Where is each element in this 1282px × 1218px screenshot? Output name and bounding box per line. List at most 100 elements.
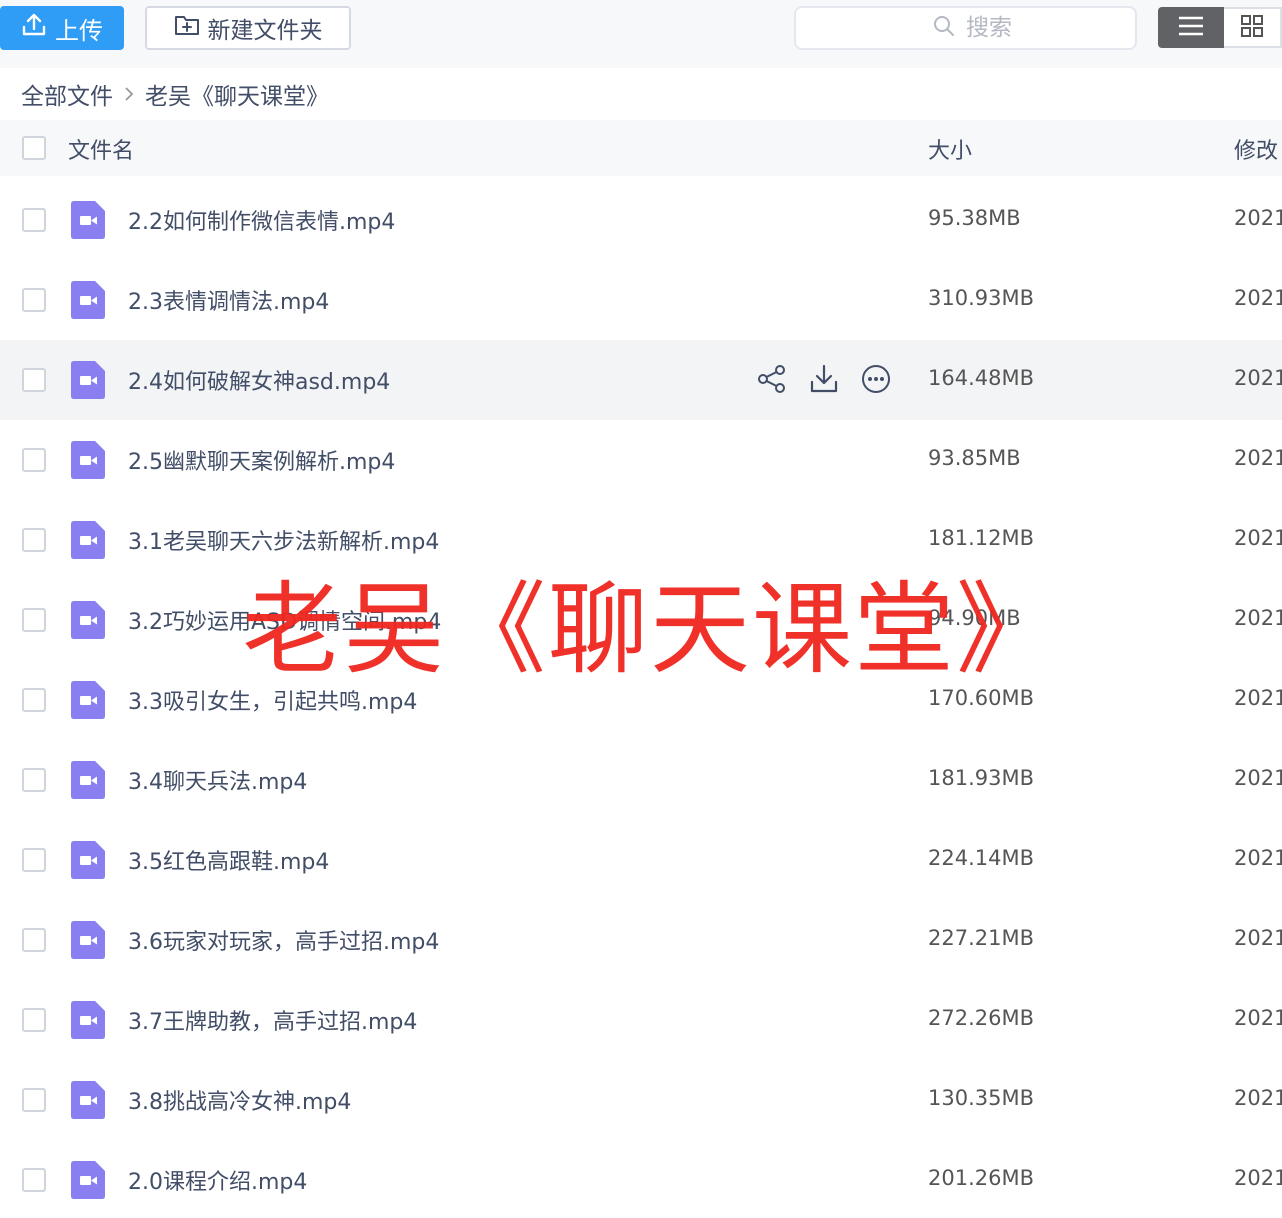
- row-checkbox[interactable]: [22, 1168, 46, 1192]
- video-file-icon: [71, 1161, 105, 1199]
- row-checkbox[interactable]: [22, 368, 46, 392]
- new-folder-label: 新建文件夹: [207, 18, 323, 44]
- search-box[interactable]: [794, 6, 1137, 50]
- list-view-button[interactable]: [1158, 7, 1224, 48]
- file-name[interactable]: 3.2巧妙运用ASD调情空间.mp4: [128, 604, 441, 636]
- new-folder-icon: [174, 13, 200, 43]
- search-icon: [932, 14, 956, 42]
- breadcrumb: 全部文件 老吴《聊天课堂》: [21, 78, 329, 110]
- file-modified: 2021: [1234, 766, 1282, 790]
- row-checkbox[interactable]: [22, 528, 46, 552]
- column-header-modified[interactable]: 修改: [1234, 133, 1278, 165]
- file-size: 94.90MB: [928, 606, 1021, 630]
- video-file-icon: [71, 841, 105, 879]
- file-modified: 2021: [1234, 686, 1282, 710]
- more-icon[interactable]: [859, 362, 893, 396]
- file-name[interactable]: 3.8挑战高冷女神.mp4: [128, 1084, 351, 1116]
- row-checkbox[interactable]: [22, 1008, 46, 1032]
- video-file-icon: [71, 521, 105, 559]
- file-size: 272.26MB: [928, 1006, 1035, 1030]
- file-row[interactable]: 3.5红色高跟鞋.mp4 224.14MB 2021: [0, 820, 1282, 900]
- file-size: 201.26MB: [928, 1166, 1035, 1190]
- file-size: 164.48MB: [928, 366, 1035, 390]
- file-modified: 2021: [1234, 1086, 1282, 1110]
- file-name[interactable]: 2.3表情调情法.mp4: [128, 284, 329, 316]
- file-modified: 2021: [1234, 606, 1282, 630]
- file-name[interactable]: 3.4聊天兵法.mp4: [128, 764, 307, 796]
- file-name[interactable]: 3.3吸引女生，引起共鸣.mp4: [128, 684, 417, 716]
- row-checkbox[interactable]: [22, 608, 46, 632]
- file-row[interactable]: 3.1老吴聊天六步法新解析.mp4 181.12MB 2021: [0, 500, 1282, 580]
- breadcrumb-current: 老吴《聊天课堂》: [145, 84, 329, 110]
- file-size: 130.35MB: [928, 1086, 1035, 1110]
- upload-button[interactable]: 上传: [0, 6, 124, 50]
- file-modified: 2021: [1234, 206, 1282, 230]
- grid-view-icon: [1240, 14, 1264, 42]
- file-name[interactable]: 3.6玩家对玩家，高手过招.mp4: [128, 924, 439, 956]
- file-row[interactable]: 2.3表情调情法.mp4 310.93MB 2021: [0, 260, 1282, 340]
- row-checkbox[interactable]: [22, 448, 46, 472]
- file-row[interactable]: 2.4如何破解女神asd.mp4 164.48MB 2021: [0, 340, 1282, 420]
- file-size: 93.85MB: [928, 446, 1021, 470]
- file-modified: 2021: [1234, 526, 1282, 550]
- file-row[interactable]: 3.4聊天兵法.mp4 181.93MB 2021: [0, 740, 1282, 820]
- row-checkbox[interactable]: [22, 1088, 46, 1112]
- video-file-icon: [71, 761, 105, 799]
- download-icon[interactable]: [807, 362, 841, 396]
- file-name[interactable]: 3.7王牌助教，高手过招.mp4: [128, 1004, 417, 1036]
- toolbar: 上传 新建文件夹: [0, 0, 1282, 68]
- file-modified: 2021: [1234, 1006, 1282, 1030]
- row-checkbox[interactable]: [22, 288, 46, 312]
- file-name[interactable]: 2.2如何制作微信表情.mp4: [128, 204, 395, 236]
- select-all-checkbox[interactable]: [22, 136, 46, 160]
- file-modified: 2021: [1234, 846, 1282, 870]
- file-name[interactable]: 3.1老吴聊天六步法新解析.mp4: [128, 524, 439, 556]
- row-checkbox[interactable]: [22, 768, 46, 792]
- file-row[interactable]: 2.0课程介绍.mp4 201.26MB 2021: [0, 1140, 1282, 1218]
- file-row[interactable]: 3.3吸引女生，引起共鸣.mp4 170.60MB 2021: [0, 660, 1282, 740]
- file-name[interactable]: 2.4如何破解女神asd.mp4: [128, 364, 390, 396]
- file-row[interactable]: 3.6玩家对玩家，高手过招.mp4 227.21MB 2021: [0, 900, 1282, 980]
- video-file-icon: [71, 441, 105, 479]
- file-modified: 2021: [1234, 286, 1282, 310]
- file-size: 95.38MB: [928, 206, 1021, 230]
- file-size: 227.21MB: [928, 926, 1035, 950]
- file-name[interactable]: 3.5红色高跟鞋.mp4: [128, 844, 329, 876]
- file-modified: 2021: [1234, 1166, 1282, 1190]
- row-checkbox[interactable]: [22, 688, 46, 712]
- share-icon[interactable]: [755, 362, 789, 396]
- file-row[interactable]: 3.7王牌助教，高手过招.mp4 272.26MB 2021: [0, 980, 1282, 1060]
- video-file-icon: [71, 921, 105, 959]
- video-file-icon: [71, 281, 105, 319]
- breadcrumb-root[interactable]: 全部文件: [21, 77, 113, 111]
- file-modified: 2021: [1234, 366, 1282, 390]
- column-header-name[interactable]: 文件名: [68, 133, 134, 165]
- file-modified: 2021: [1234, 926, 1282, 950]
- grid-view-button[interactable]: [1224, 7, 1282, 48]
- file-modified: 2021: [1234, 446, 1282, 470]
- search-input[interactable]: [966, 15, 1126, 41]
- file-row[interactable]: 3.2巧妙运用ASD调情空间.mp4 94.90MB 2021: [0, 580, 1282, 660]
- column-header-size[interactable]: 大小: [928, 133, 972, 165]
- file-row[interactable]: 2.2如何制作微信表情.mp4 95.38MB 2021: [0, 180, 1282, 260]
- upload-icon: [21, 12, 47, 44]
- row-checkbox[interactable]: [22, 848, 46, 872]
- new-folder-button[interactable]: 新建文件夹: [145, 6, 351, 50]
- file-list: 2.2如何制作微信表情.mp4 95.38MB 2021 2.3表情调情法.mp…: [0, 180, 1282, 1218]
- file-size: 224.14MB: [928, 846, 1035, 870]
- chevron-right-icon: [123, 85, 135, 103]
- video-file-icon: [71, 201, 105, 239]
- file-size: 310.93MB: [928, 286, 1035, 310]
- video-file-icon: [71, 1081, 105, 1119]
- file-row[interactable]: 2.5幽默聊天案例解析.mp4 93.85MB 2021: [0, 420, 1282, 500]
- file-name[interactable]: 2.5幽默聊天案例解析.mp4: [128, 444, 395, 476]
- file-name[interactable]: 2.0课程介绍.mp4: [128, 1164, 307, 1196]
- row-checkbox[interactable]: [22, 208, 46, 232]
- file-row[interactable]: 3.8挑战高冷女神.mp4 130.35MB 2021: [0, 1060, 1282, 1140]
- video-file-icon: [71, 601, 105, 639]
- row-actions: [755, 362, 893, 396]
- file-list-header: 文件名 大小 修改: [0, 120, 1282, 176]
- row-checkbox[interactable]: [22, 928, 46, 952]
- video-file-icon: [71, 1001, 105, 1039]
- video-file-icon: [71, 361, 105, 399]
